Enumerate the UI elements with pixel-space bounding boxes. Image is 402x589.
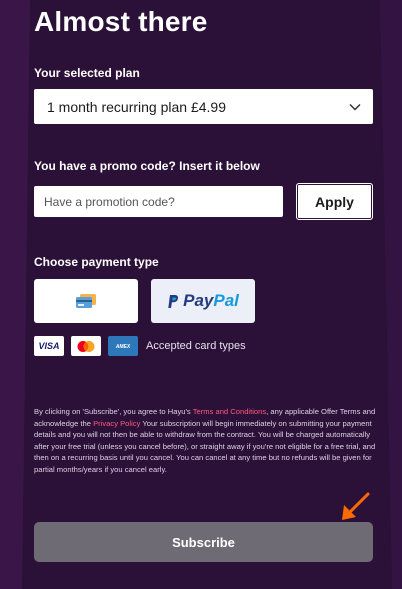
plan-select-value: 1 month recurring plan £4.99	[47, 98, 226, 115]
terms-link[interactable]: Terms and Conditions	[193, 407, 266, 416]
promo-code-input[interactable]	[34, 186, 283, 217]
accepted-cards-row: VISA AMEX Accepted card types	[34, 336, 246, 356]
checkout-panel: Almost there Your selected plan 1 month …	[0, 0, 402, 589]
amex-icon: AMEX	[108, 336, 138, 356]
svg-text:AMEX: AMEX	[115, 344, 131, 350]
privacy-policy-link[interactable]: Privacy Policy	[93, 419, 140, 428]
subscribe-button[interactable]: Subscribe	[34, 522, 373, 562]
apply-button[interactable]: Apply	[296, 183, 373, 220]
accepted-card-types-label: Accepted card types	[146, 340, 246, 352]
credit-card-icon	[76, 294, 96, 308]
mastercard-icon	[71, 336, 101, 356]
paypal-logo: PayPal	[167, 291, 239, 311]
paypal-text-pal: Pal	[213, 291, 239, 310]
plan-select[interactable]: 1 month recurring plan £4.99	[34, 89, 373, 124]
paypal-icon	[168, 294, 179, 308]
visa-icon: VISA	[34, 336, 64, 356]
legal-text: By clicking on 'Subscribe', you agree to…	[34, 406, 376, 476]
pointer-arrow-icon	[342, 492, 370, 520]
paypal-text-pay: Pay	[183, 291, 214, 310]
plan-label: Your selected plan	[34, 66, 140, 80]
legal-text-part1: By clicking on 'Subscribe', you agree to…	[34, 407, 193, 416]
visa-text: VISA	[38, 341, 60, 351]
chevron-down-icon	[349, 103, 361, 111]
payment-type-label: Choose payment type	[34, 255, 159, 269]
promo-label: You have a promo code? Insert it below	[34, 159, 260, 173]
card-payment-option[interactable]	[34, 279, 138, 323]
page-title: Almost there	[34, 6, 208, 37]
paypal-payment-option[interactable]: PayPal	[151, 279, 255, 323]
